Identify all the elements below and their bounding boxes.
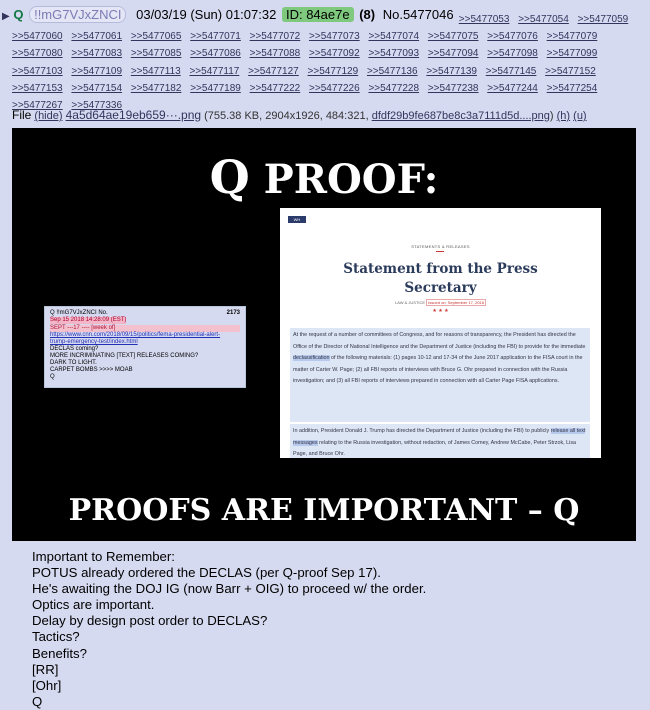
backlink[interactable]: >>5477093 [368,45,419,62]
backlinks: >>5477053 >>5477054 >>5477059 >>5477060 … [12,11,648,114]
card-header: Q !!mG7VJxZNCI No. 2173 [50,310,240,316]
backlink[interactable]: >>5477099 [547,45,598,62]
post-comment: Important to Remember: POTUS already ord… [32,549,426,710]
backlink[interactable]: >>5477059 [578,11,629,28]
backlink[interactable]: >>5477073 [309,28,360,45]
backlink[interactable]: >>5477228 [368,80,419,97]
comment-line: POTUS already ordered the DECLAS (per Q-… [32,565,381,581]
backlink[interactable]: >>5477244 [487,80,538,97]
backlink[interactable]: >>5477098 [487,45,538,62]
image-bottom-caption: PROOFS ARE IMPORTANT – Q [68,493,580,528]
backlink[interactable]: >>5477074 [368,28,419,45]
comment-line: Benefits? [32,645,87,661]
backlink[interactable]: >>5477071 [190,28,241,45]
q-post-card: Q !!mG7VJxZNCI No. 2173 Sep 15 2018 14:2… [44,306,246,388]
backlink[interactable]: >>5477103 [12,63,63,80]
file-name-link[interactable]: 4a5d64ae19eb659···.png [66,108,201,122]
backlink[interactable]: >>5477061 [71,28,122,45]
backlink[interactable]: >>5477153 [12,80,63,97]
backlink[interactable]: >>5477136 [367,63,418,80]
backlink[interactable]: >>5477092 [309,45,360,62]
backlink[interactable]: >>5477154 [71,80,122,97]
file-meta: (755.38 KB, 2904x1926, 484:321, [204,110,369,122]
backlink[interactable]: >>5477152 [545,63,596,80]
file-h-link[interactable]: (h) [557,110,570,122]
backlink[interactable]: >>5477094 [428,45,479,62]
backlink[interactable]: >>5477076 [487,28,538,45]
backlink[interactable]: >>5477060 [12,28,63,45]
backlink[interactable]: >>5477117 [189,63,239,80]
backlink[interactable]: >>5477129 [308,63,359,80]
backlink[interactable]: >>5477079 [547,28,598,45]
collapse-arrow-icon[interactable]: ▶ [2,11,10,22]
backlink[interactable]: >>5477127 [248,63,299,80]
doc-date: Issued on: September 17, 2018 [426,299,487,306]
file-u-link[interactable]: (u) [573,110,586,122]
backlink[interactable]: >>5477238 [428,80,479,97]
comment-line: Optics are important. [32,597,155,613]
backlink[interactable]: >>5477088 [250,45,301,62]
file-label: File [12,108,32,122]
backlink[interactable]: >>5477182 [131,80,182,97]
doc-paragraph-2: In addition, President Donald J. Trump h… [290,424,590,458]
comment-line: He's awaiting the DOJ IG (now Barr + OIG… [32,581,427,597]
backlink[interactable]: >>5477053 [459,11,510,28]
backlink[interactable]: >>5477080 [12,45,63,62]
doc-category: LAW & JUSTICE [394,300,426,305]
original-filename-link[interactable]: dfdf29b9fe687be8c3a7111d5d....png [372,110,550,122]
backlink[interactable]: >>5477109 [71,63,122,80]
backlink[interactable]: >>5477189 [190,80,241,97]
doc-kicker: STATEMENTS & RELEASES [411,244,470,249]
post-image[interactable]: Q PROOF: WH STATEMENTS & RELEASES Statem… [12,128,636,541]
comment-line: [RR] [32,661,59,677]
image-title: Q PROOF: [12,150,636,204]
post: ▶ Q !!mG7VJxZNCI 03/03/19 (Sun) 01:07:32… [0,0,650,710]
card-date: Sep 15 2018 14:28:09 (EST) [50,317,127,324]
backlink[interactable]: >>5477086 [190,45,241,62]
backlink[interactable]: >>5477065 [131,28,182,45]
comment-line: [Ohr] [32,677,62,693]
comment-line: Delay by design post order to DECLAS? [32,613,268,629]
image-title-q: Q [209,150,250,204]
image-title-text: PROOF: [249,156,439,203]
doc-title: Statement from the Press Secretary [343,261,538,296]
backlink[interactable]: >>5477085 [131,45,182,62]
doc-stars: ★ ★ ★ [432,308,449,314]
backlink[interactable]: >>5477139 [426,63,477,80]
card-lines: SEPT ---17 ---- [week of] https://www.cn… [50,325,240,381]
backlink[interactable]: >>5477254 [547,80,598,97]
white-house-logo: WH [288,216,306,223]
backlink[interactable]: >>5477075 [428,28,479,45]
doc-meta: LAW & JUSTICE Issued on: September 17, 2… [280,299,601,306]
hide-file-link[interactable]: (hide) [34,110,62,122]
backlink[interactable]: >>5477145 [486,63,537,80]
comment-line: Important to Remember: [32,549,175,564]
card-number: 2173 [226,310,240,316]
backlink[interactable]: >>5477226 [309,80,360,97]
doc-kicker-bar [436,251,444,252]
backlink[interactable]: >>5477113 [131,63,181,80]
file-meta-end: ) [549,110,554,122]
backlink[interactable]: >>5477222 [250,80,301,97]
file-info: File (hide) 4a5d64ae19eb659···.png (755.… [12,108,587,124]
backlink[interactable]: >>5477072 [250,28,301,45]
backlink[interactable]: >>5477083 [71,45,122,62]
backlink[interactable]: >>5477054 [518,11,569,28]
press-statement-screenshot: WH STATEMENTS & RELEASES Statement from … [280,208,601,458]
doc-paragraph-1: At the request of a number of committees… [290,328,590,422]
comment-line: Tactics? [32,629,80,645]
